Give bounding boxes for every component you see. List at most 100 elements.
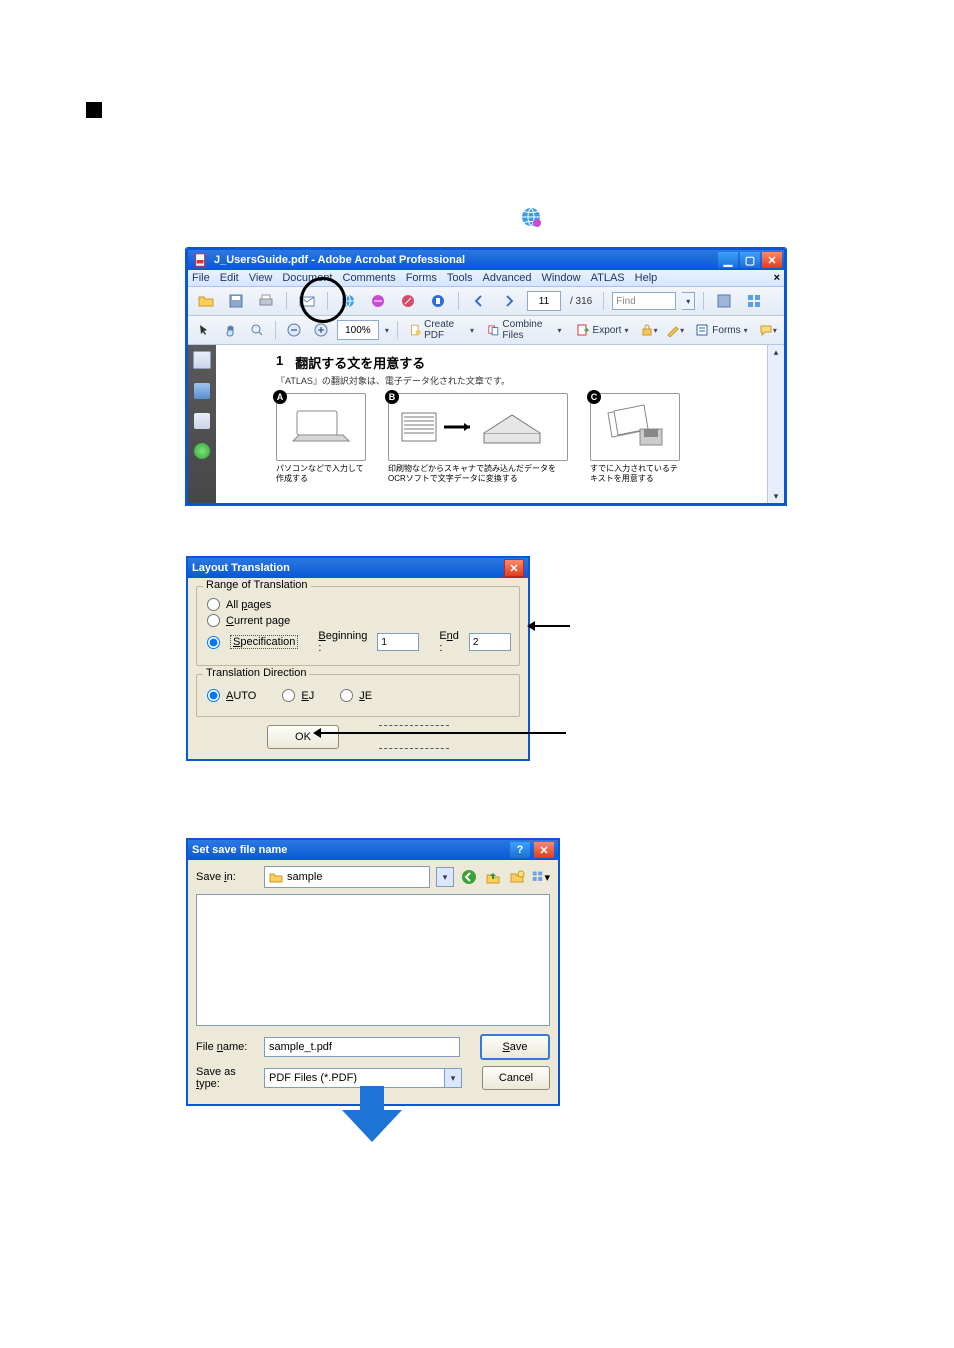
- acrobat-titlebar: J_UsersGuide.pdf - Adobe Acrobat Profess…: [188, 250, 784, 270]
- menu-tools[interactable]: Tools: [447, 272, 473, 284]
- saveastype-dropdown-icon[interactable]: ▾: [444, 1069, 461, 1087]
- savein-combo[interactable]: sample: [264, 866, 430, 888]
- bookmarks-panel-icon[interactable]: [194, 383, 210, 399]
- saveastype-combo[interactable]: PDF Files (*.PDF) ▾: [264, 1068, 462, 1088]
- atlas-tool2-icon[interactable]: [366, 290, 390, 312]
- range-current-radio[interactable]: [207, 614, 220, 627]
- signatures-panel-icon[interactable]: [194, 413, 210, 429]
- forms-tool[interactable]: Forms▾: [691, 323, 751, 337]
- range-spec-radio[interactable]: [207, 636, 220, 649]
- save-button[interactable]: Save: [480, 1034, 550, 1060]
- create-pdf-tool[interactable]: Create PDF▾: [406, 319, 478, 341]
- doc-heading-text: 翻訳する文を用意する: [295, 353, 425, 372]
- toolbar-save2-icon[interactable]: [712, 290, 736, 312]
- zoom-in-icon[interactable]: [310, 319, 330, 341]
- zoom-input[interactable]: [337, 320, 379, 340]
- filename-label: File name:: [196, 1041, 258, 1053]
- up-folder-icon[interactable]: [484, 868, 502, 886]
- toolbar-grid-icon[interactable]: [742, 290, 766, 312]
- end-input[interactable]: [469, 633, 511, 651]
- acrobat-toolbar-2: ▾ Create PDF▾ Combine Files▾ Export▾ ▾ ▾…: [188, 316, 784, 345]
- maximize-button[interactable]: ▢: [740, 252, 760, 268]
- help-button[interactable]: ?: [510, 842, 530, 858]
- dir-je-label: JE: [359, 690, 372, 702]
- end-label: End :: [439, 630, 459, 654]
- page-number-input[interactable]: [527, 291, 561, 311]
- save-button-label: Save: [502, 1041, 527, 1053]
- combine-files-label: Combine Files: [502, 319, 554, 341]
- save-dlg-close-button[interactable]: ✕: [534, 842, 554, 858]
- secure-tool-icon[interactable]: ▾: [638, 319, 658, 341]
- dir-je-radio[interactable]: [340, 689, 353, 702]
- ok-button[interactable]: OK: [267, 725, 339, 749]
- forms-label: Forms: [712, 325, 740, 336]
- doc-card-a: A パソコンなどで入力して作成する: [276, 393, 366, 483]
- beginning-label: Beginning :: [318, 630, 367, 654]
- menu-forms[interactable]: Forms: [406, 272, 437, 284]
- menu-window[interactable]: Window: [541, 272, 580, 284]
- file-list-area[interactable]: [196, 894, 550, 1026]
- menu-comments[interactable]: Comments: [343, 272, 396, 284]
- callout-arrow-1: [530, 625, 570, 627]
- atlas-tool4-icon[interactable]: [426, 290, 450, 312]
- marquee-zoom-icon[interactable]: [247, 319, 267, 341]
- filename-input[interactable]: sample_t.pdf: [264, 1037, 460, 1057]
- filename-value: sample_t.pdf: [269, 1041, 332, 1053]
- export-label: Export: [593, 325, 622, 336]
- menu-advanced[interactable]: Advanced: [483, 272, 532, 284]
- print-icon[interactable]: [254, 290, 278, 312]
- layout-dlg-close-button[interactable]: ✕: [504, 559, 524, 577]
- help-panel-icon[interactable]: [194, 443, 210, 459]
- doc-card-a-caption: パソコンなどで入力して作成する: [276, 464, 366, 483]
- range-all-label: All pages: [226, 599, 271, 611]
- hand-tool-icon[interactable]: [220, 319, 240, 341]
- cancel-button[interactable]: Cancel: [482, 1066, 550, 1090]
- savein-dropdown-icon[interactable]: ▾: [436, 867, 454, 887]
- acrobat-body: 1 翻訳する文を用意する 『ATLAS』の翻訳対象は、電子データ化された文章です…: [188, 345, 784, 503]
- hidden-secondary-button: [379, 725, 449, 749]
- minimize-button[interactable]: ▁: [718, 252, 738, 268]
- atlas-translate-icon[interactable]: [336, 290, 360, 312]
- page-prev-icon[interactable]: [467, 290, 491, 312]
- pdf-file-icon: [194, 253, 208, 267]
- nav-back-icon[interactable]: [460, 868, 478, 886]
- acrobat-toolbar-1: / 316 Find ▾: [188, 287, 784, 316]
- open-icon[interactable]: [194, 290, 218, 312]
- save-icon[interactable]: [224, 290, 248, 312]
- beginning-input[interactable]: [377, 633, 419, 651]
- dir-ej-radio[interactable]: [282, 689, 295, 702]
- new-folder-icon[interactable]: [508, 868, 526, 886]
- doc-card-b: B 印刷物などからスキャナで読み込んだデータをOCRソフトで文字データに変換する: [388, 393, 568, 483]
- menu-atlas[interactable]: ATLAS: [591, 272, 625, 284]
- menu-view[interactable]: View: [249, 272, 273, 284]
- page-next-icon[interactable]: [497, 290, 521, 312]
- select-tool-icon[interactable]: [194, 319, 214, 341]
- close-button[interactable]: ✕: [762, 252, 782, 268]
- comment-tool-icon[interactable]: ▾: [758, 319, 778, 341]
- pages-panel-icon[interactable]: [193, 351, 211, 369]
- view-menu-icon[interactable]: ▾: [532, 868, 550, 886]
- email-icon[interactable]: [295, 290, 319, 312]
- window-title: J_UsersGuide.pdf - Adobe Acrobat Profess…: [212, 254, 716, 266]
- scroll-up-icon[interactable]: ▴: [769, 345, 783, 359]
- range-all-radio[interactable]: [207, 598, 220, 611]
- menu-help[interactable]: Help: [635, 272, 658, 284]
- doc-card-b-caption: 印刷物などからスキャナで読み込んだデータをOCRソフトで文字データに変換する: [388, 464, 568, 483]
- acrobat-doc-view[interactable]: 1 翻訳する文を用意する 『ATLAS』の翻訳対象は、電子データ化された文章です…: [216, 345, 767, 503]
- dir-auto-radio[interactable]: [207, 689, 220, 702]
- doc-close-button[interactable]: ×: [774, 272, 780, 284]
- menu-document[interactable]: Document: [282, 272, 332, 284]
- combine-files-tool[interactable]: Combine Files▾: [484, 319, 566, 341]
- export-tool[interactable]: Export▾: [572, 323, 633, 337]
- find-dropdown-icon[interactable]: ▾: [682, 292, 695, 310]
- atlas-tool3-icon[interactable]: [396, 290, 420, 312]
- find-input[interactable]: Find: [612, 292, 676, 310]
- zoom-dropdown-icon[interactable]: ▾: [385, 326, 389, 335]
- menu-file[interactable]: File: [192, 272, 210, 284]
- zoom-out-icon[interactable]: [284, 319, 304, 341]
- range-spec-label: Specification: [230, 636, 298, 648]
- scroll-down-icon[interactable]: ▾: [769, 489, 783, 503]
- acrobat-vertical-scrollbar[interactable]: ▴ ▾: [767, 345, 784, 503]
- menu-edit[interactable]: Edit: [220, 272, 239, 284]
- sign-tool-icon[interactable]: ▾: [665, 319, 685, 341]
